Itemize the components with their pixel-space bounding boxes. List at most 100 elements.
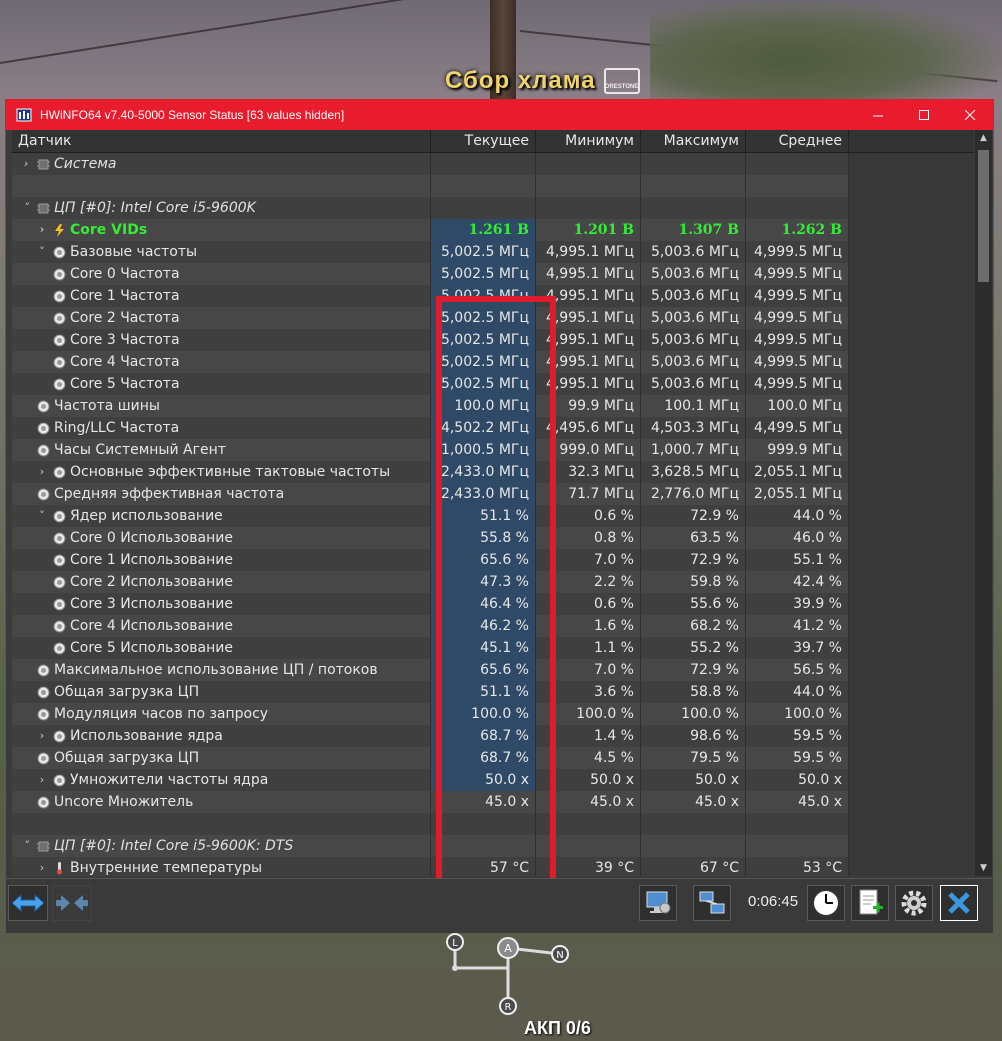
minimum-value-cell: 0.6 %	[536, 593, 641, 615]
maximum-value-cell	[641, 153, 746, 175]
expand-layout-button[interactable]	[8, 885, 48, 921]
table-row[interactable]: ˅ Базовые частоты 5,002.5 МГц 4,995.1 МГц 5,…	[12, 241, 974, 263]
column-header-average[interactable]: Среднее	[746, 130, 849, 152]
minimum-value-cell	[536, 197, 641, 219]
sensor-table: Датчик Текущее Минимум Максимум Среднее …	[12, 130, 974, 876]
table-row[interactable]: ˅ Ядер использование 51.1 % 0.6 % 72.9 % 44.0…	[12, 505, 974, 527]
table-row[interactable]: › Внутренние температуры 57 °C 39 °C 67 °C 53…	[12, 857, 974, 876]
minimum-value-cell: 3.6 %	[536, 681, 641, 703]
column-header-maximum[interactable]: Максимум	[641, 130, 746, 152]
sensor-group-row[interactable]: ˅ ЦП [#0]: Intel Core i5-9600K	[12, 197, 974, 219]
chevron-right-icon[interactable]: ›	[36, 461, 48, 483]
close-sensors-button[interactable]	[940, 885, 978, 921]
sensor-name-cell: Core 4 Частота	[12, 351, 431, 373]
maximum-value-cell: 45.0 x	[641, 791, 746, 813]
current-value-cell: 100.0 МГц	[431, 395, 536, 417]
table-row[interactable]: Ring/LLC Частота 4,502.2 МГц 4,495.6 МГц 4,…	[12, 417, 974, 439]
filler-cell	[849, 527, 974, 549]
table-row[interactable]: Core 1 Частота 5,002.5 МГц 4,995.1 МГц 5,00…	[12, 285, 974, 307]
current-value-cell	[431, 835, 536, 857]
table-row[interactable]: Средняя эффективная частота 2,433.0 МГц 71…	[12, 483, 974, 505]
sensor-label: ЦП [#0]: Intel Core i5-9600K	[54, 200, 256, 216]
sensor-label: Модуляция часов по запросу	[54, 706, 269, 722]
chevron-down-icon[interactable]: ˅	[20, 835, 32, 857]
sensor-group-row[interactable]: ˅ ЦП [#0]: Intel Core i5-9600K: DTS	[12, 835, 974, 857]
table-row[interactable]: Core 5 Использование 45.1 % 1.1 % 55.2 % 39.…	[12, 637, 974, 659]
table-row[interactable]: Core 0 Частота 5,002.5 МГц 4,995.1 МГц 5,00…	[12, 263, 974, 285]
table-row[interactable]: Общая загрузка ЦП 51.1 % 3.6 % 58.8 % 44.0 %	[12, 681, 974, 703]
table-row[interactable]: Core 4 Использование 46.2 % 1.6 % 68.2 % 41.…	[12, 615, 974, 637]
chevron-down-icon[interactable]: ˅	[20, 197, 32, 219]
sensor-group-row[interactable]: › Система	[12, 153, 974, 175]
scroll-up-arrow-icon[interactable]: ▲	[975, 130, 992, 146]
minimize-button[interactable]	[855, 100, 901, 130]
column-header-current[interactable]: Текущее	[431, 130, 536, 152]
table-row[interactable]: Core 2 Частота 5,002.5 МГц 4,995.1 МГц 5,00…	[12, 307, 974, 329]
collapse-layout-button[interactable]	[52, 885, 92, 921]
scrollbar-thumb[interactable]	[978, 150, 989, 282]
chevron-right-icon[interactable]: ›	[36, 857, 48, 876]
sensor-label: Core 4 Частота	[70, 354, 180, 370]
filler-cell	[849, 175, 974, 197]
title-bar[interactable]: HWiNFO64 v7.40-5000 Sensor Status [63 va…	[6, 100, 993, 130]
network-sensors-button[interactable]	[693, 885, 731, 921]
clock-icon	[36, 399, 50, 413]
table-row[interactable]: › Использование ядра 68.7 % 1.4 % 98.6 % 59.5…	[12, 725, 974, 747]
chevron-right-icon[interactable]: ›	[36, 769, 48, 791]
filler-cell	[849, 835, 974, 857]
clock-icon	[52, 289, 66, 303]
table-row[interactable]: Core 2 Использование 47.3 % 2.2 % 59.8 % 42.…	[12, 571, 974, 593]
table-row[interactable]: Модуляция часов по запросу 100.0 % 100.0 %…	[12, 703, 974, 725]
chevron-down-icon[interactable]: ˅	[36, 241, 48, 263]
average-value-cell: 4,999.5 МГц	[746, 241, 849, 263]
table-row[interactable]: › Core VIDs 1.261 В 1.201 В 1.307 В 1.262 В	[12, 219, 974, 241]
filler-cell	[849, 483, 974, 505]
table-row[interactable]: Core 1 Использование 65.6 % 7.0 % 72.9 % 55.…	[12, 549, 974, 571]
current-value-cell: 57 °C	[431, 857, 536, 876]
column-header-sensor[interactable]: Датчик	[12, 130, 431, 152]
hwinfo-app-icon	[16, 108, 32, 122]
settings-button[interactable]	[895, 885, 933, 921]
average-value-cell: 2,055.1 МГц	[746, 461, 849, 483]
chevron-right-icon[interactable]: ›	[36, 725, 48, 747]
clock-icon	[52, 245, 66, 259]
table-row[interactable]: Максимальное использование ЦП / потоков 6…	[12, 659, 974, 681]
current-value-cell: 46.2 %	[431, 615, 536, 637]
table-row[interactable]: Общая загрузка ЦП 68.7 % 4.5 % 79.5 % 59.5 %	[12, 747, 974, 769]
table-row[interactable]: › Умножители частоты ядра 50.0 x 50.0 x 50.0…	[12, 769, 974, 791]
remote-monitor-button[interactable]	[639, 885, 677, 921]
table-row[interactable]: Uncore Множитель 45.0 x 45.0 x 45.0 x 45.0 x	[12, 791, 974, 813]
current-value-cell: 5,002.5 МГц	[431, 351, 536, 373]
scroll-down-arrow-icon[interactable]: ▼	[975, 860, 992, 876]
current-value-cell: 2,433.0 МГц	[431, 461, 536, 483]
maximum-value-cell: 5,003.6 МГц	[641, 307, 746, 329]
filler-cell	[849, 197, 974, 219]
logging-button[interactable]	[851, 885, 889, 921]
current-value-cell: 100.0 %	[431, 703, 536, 725]
current-value-cell	[431, 197, 536, 219]
chevron-right-icon[interactable]: ›	[36, 219, 48, 241]
chevron-right-icon[interactable]: ›	[20, 153, 32, 175]
average-value-cell: 45.0 x	[746, 791, 849, 813]
table-row[interactable]: Core 5 Частота 5,002.5 МГц 4,995.1 МГц 5,00…	[12, 373, 974, 395]
table-row[interactable]: Core 4 Частота 5,002.5 МГц 4,995.1 МГц 5,00…	[12, 351, 974, 373]
table-row[interactable]: Часы Системный Агент 1,000.5 МГц 999.0 МГц…	[12, 439, 974, 461]
minimum-value-cell: 7.0 %	[536, 659, 641, 681]
chevron-down-icon[interactable]: ˅	[36, 505, 48, 527]
minimum-value-cell	[536, 153, 641, 175]
table-row[interactable]: Core 0 Использование 55.8 % 0.8 % 63.5 % 46.…	[12, 527, 974, 549]
table-row[interactable]: Core 3 Частота 5,002.5 МГц 4,995.1 МГц 5,00…	[12, 329, 974, 351]
column-header-minimum[interactable]: Минимум	[536, 130, 641, 152]
maximize-button[interactable]	[901, 100, 947, 130]
close-button[interactable]	[947, 100, 993, 130]
vertical-scrollbar[interactable]: ▲ ▼	[975, 130, 992, 876]
monitor-network-icon	[646, 891, 671, 914]
reset-timer-button[interactable]	[807, 885, 845, 921]
table-row[interactable]: Частота шины 100.0 МГц 99.9 МГц 100.1 МГц 10…	[12, 395, 974, 417]
clock-icon	[36, 685, 50, 699]
clock-icon	[52, 509, 66, 523]
filler-cell	[849, 351, 974, 373]
table-row[interactable]: Core 3 Использование 46.4 % 0.6 % 55.6 % 39.…	[12, 593, 974, 615]
sensor-label: Core 2 Частота	[70, 310, 180, 326]
table-row[interactable]: › Основные эффективные тактовые частоты 2,…	[12, 461, 974, 483]
